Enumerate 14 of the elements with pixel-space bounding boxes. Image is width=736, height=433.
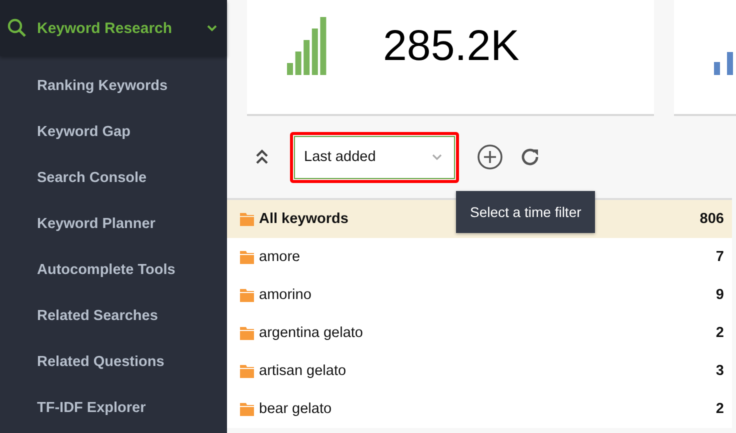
tooltip: Select a time filter — [456, 191, 596, 233]
keyword-count: 2 — [716, 325, 724, 341]
folder-name: bear gelato — [259, 401, 332, 417]
folder-name: All keywords — [259, 211, 348, 227]
keyword-count: 806 — [700, 211, 724, 227]
keyword-count: 9 — [716, 287, 724, 303]
folder-name: amorino — [259, 287, 312, 303]
keyword-count: 7 — [716, 249, 724, 265]
folder-name: argentina gelato — [259, 325, 363, 341]
keyword-count: 3 — [716, 363, 724, 379]
folder-name: artisan gelato — [259, 363, 346, 379]
folder-name: amore — [259, 249, 300, 265]
stat-value: 285.2K — [383, 22, 520, 71]
keyword-count: 2 — [716, 401, 724, 417]
